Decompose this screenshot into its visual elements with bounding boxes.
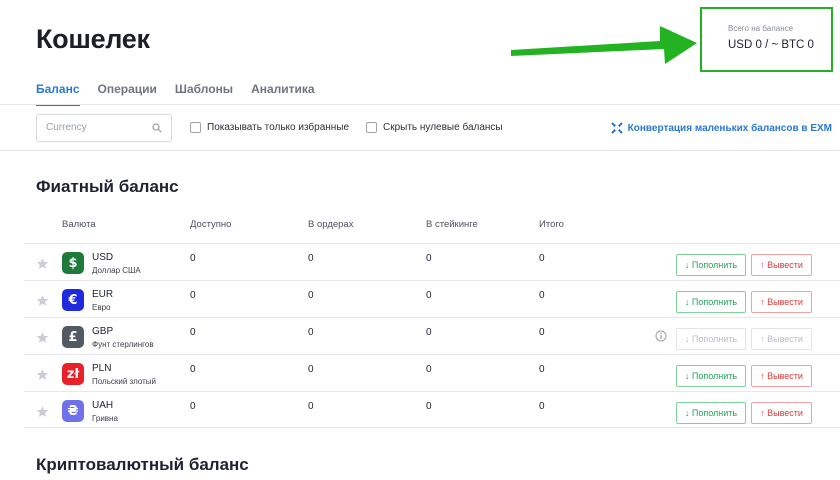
available-value: 0 bbox=[190, 364, 196, 375]
tab-balance[interactable]: Баланс bbox=[36, 82, 80, 106]
hide-zero-label: Скрыть нулевые балансы bbox=[383, 122, 503, 133]
currency-name: Фунт стерлингов bbox=[92, 340, 154, 349]
currency-code: UAH bbox=[92, 400, 114, 411]
withdraw-button[interactable]: ↑ Вывести bbox=[751, 365, 812, 387]
checkbox-box[interactable] bbox=[190, 122, 201, 133]
table-row: zł PLN Польский злотый 0 0 0 0 ↓ Пополнить ↑ Выв… bbox=[24, 354, 840, 391]
available-value: 0 bbox=[190, 253, 196, 264]
col-in-orders: В ордерах bbox=[308, 219, 354, 230]
table-row: £ GBP Фунт стерлингов 0 0 0 0 ↓ Пополнить ↑ Выве… bbox=[24, 317, 840, 354]
filter-toolbar: Показывать только избранные Скрыть нулев… bbox=[0, 105, 840, 151]
deposit-button[interactable]: ↓ Пополнить bbox=[676, 328, 746, 350]
wallet-tabs: Баланс Операции Шаблоны Аналитика bbox=[36, 82, 315, 106]
fiat-table-header: Валюта Доступно В ордерах В стейкинге Ит… bbox=[0, 219, 840, 243]
tab-operations[interactable]: Операции bbox=[98, 82, 157, 106]
total-value: 0 bbox=[539, 253, 545, 264]
total-value: 0 bbox=[539, 290, 545, 301]
in-orders-value: 0 bbox=[308, 290, 314, 301]
total-balance-label: Всего на балансе bbox=[728, 24, 794, 33]
annotation-arrow-icon bbox=[511, 26, 697, 64]
currency-name: Доллар США bbox=[92, 266, 141, 275]
table-row: € EUR Евро 0 0 0 0 ↓ Пополнить ↑ Вывести bbox=[24, 280, 840, 317]
deposit-button[interactable]: ↓ Пополнить bbox=[676, 291, 746, 313]
currency-code: USD bbox=[92, 252, 114, 263]
info-icon[interactable] bbox=[655, 330, 667, 342]
available-value: 0 bbox=[190, 290, 196, 301]
show-favorites-label: Показывать только избранные bbox=[207, 122, 350, 133]
col-available: Доступно bbox=[190, 219, 232, 230]
currency-search-input[interactable] bbox=[46, 122, 151, 133]
withdraw-button[interactable]: ↑ Вывести bbox=[751, 402, 812, 424]
currency-icon: £ bbox=[62, 326, 84, 348]
total-balance-value: USD 0 / ~ BTC 0 bbox=[728, 39, 814, 51]
currency-icon: ₴ bbox=[62, 400, 84, 422]
currency-code: EUR bbox=[92, 289, 114, 300]
total-value: 0 bbox=[539, 364, 545, 375]
col-currency: Валюта bbox=[62, 219, 96, 230]
page-title: Кошелек bbox=[36, 24, 150, 54]
currency-icon: € bbox=[62, 289, 84, 311]
crypto-section-title: Криптовалютный баланс bbox=[36, 455, 249, 474]
in-orders-value: 0 bbox=[308, 401, 314, 412]
staking-value: 0 bbox=[426, 364, 432, 375]
in-orders-value: 0 bbox=[308, 364, 314, 375]
withdraw-button[interactable]: ↑ Вывести bbox=[751, 254, 812, 276]
tab-templates[interactable]: Шаблоны bbox=[175, 82, 233, 106]
checkbox-box[interactable] bbox=[366, 122, 377, 133]
deposit-button[interactable]: ↓ Пополнить bbox=[676, 254, 746, 276]
favorite-star-icon[interactable] bbox=[36, 294, 49, 307]
fiat-section-title: Фиатный баланс bbox=[36, 177, 179, 196]
exm-convert-icon bbox=[610, 122, 623, 134]
favorite-star-icon[interactable] bbox=[36, 405, 49, 418]
total-balance-box: Всего на балансе USD 0 / ~ BTC 0 bbox=[700, 7, 833, 72]
search-icon[interactable] bbox=[152, 123, 162, 133]
withdraw-button[interactable]: ↑ Вывести bbox=[751, 328, 812, 350]
currency-search bbox=[36, 114, 172, 142]
favorite-star-icon[interactable] bbox=[36, 368, 49, 381]
total-value: 0 bbox=[539, 401, 545, 412]
currency-icon: $ bbox=[62, 252, 84, 274]
in-orders-value: 0 bbox=[308, 327, 314, 338]
currency-name: Евро bbox=[92, 303, 111, 312]
available-value: 0 bbox=[190, 327, 196, 338]
currency-code: GBP bbox=[92, 326, 114, 337]
currency-name: Гривна bbox=[92, 414, 118, 423]
withdraw-button[interactable]: ↑ Вывести bbox=[751, 291, 812, 313]
staking-value: 0 bbox=[426, 327, 432, 338]
convert-small-balances-link[interactable]: Конвертация маленьких балансов в EXM bbox=[610, 122, 832, 134]
total-value: 0 bbox=[539, 327, 545, 338]
favorite-star-icon[interactable] bbox=[36, 331, 49, 344]
currency-code: PLN bbox=[92, 363, 112, 374]
col-staking: В стейкинге bbox=[426, 219, 478, 230]
currency-icon: zł bbox=[62, 363, 84, 385]
available-value: 0 bbox=[190, 401, 196, 412]
tab-analytics[interactable]: Аналитика bbox=[251, 82, 315, 106]
table-row: ₴ UAH Гривна 0 0 0 0 ↓ Пополнить ↑ Вывести bbox=[24, 391, 840, 428]
favorite-star-icon[interactable] bbox=[36, 257, 49, 270]
show-favorites-checkbox[interactable]: Показывать только избранные bbox=[190, 122, 349, 133]
hide-zero-checkbox[interactable]: Скрыть нулевые балансы bbox=[366, 122, 503, 133]
staking-value: 0 bbox=[426, 290, 432, 301]
table-row: $ USD Доллар США 0 0 0 0 ↓ Пополнить ↑ Вывести bbox=[24, 243, 840, 280]
fiat-table-body: $ USD Доллар США 0 0 0 0 ↓ Пополнить ↑ Вывести € E… bbox=[24, 243, 840, 428]
in-orders-value: 0 bbox=[308, 253, 314, 264]
col-total: Итого bbox=[539, 219, 564, 230]
staking-value: 0 bbox=[426, 401, 432, 412]
staking-value: 0 bbox=[426, 253, 432, 264]
convert-label: Конвертация маленьких балансов в EXM bbox=[627, 122, 832, 134]
deposit-button[interactable]: ↓ Пополнить bbox=[676, 402, 746, 424]
deposit-button[interactable]: ↓ Пополнить bbox=[676, 365, 746, 387]
currency-name: Польский злотый bbox=[92, 377, 157, 386]
